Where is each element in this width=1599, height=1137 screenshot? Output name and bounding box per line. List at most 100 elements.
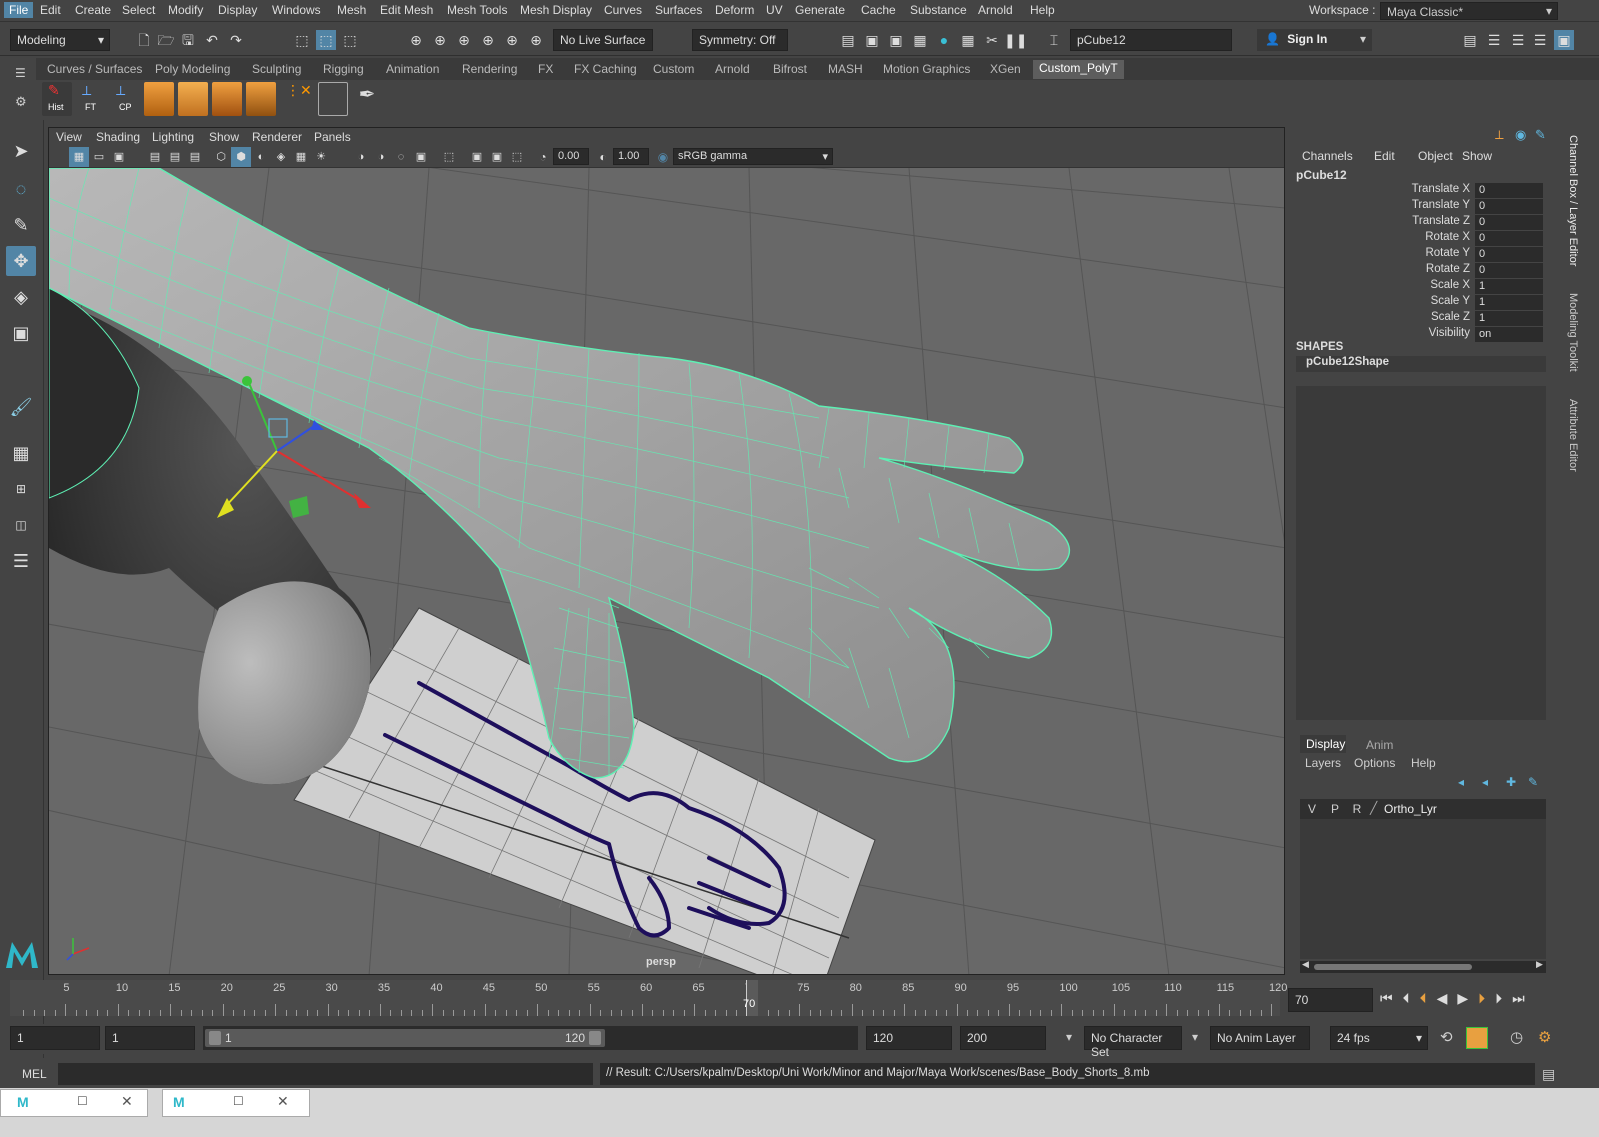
- tab-animation[interactable]: Animation: [386, 62, 439, 76]
- layer-color-icon[interactable]: ╱: [1370, 801, 1377, 815]
- move-layer-down-icon[interactable]: ◂: [1482, 775, 1488, 789]
- vp-menu-view[interactable]: View: [56, 130, 82, 144]
- current-time-marker[interactable]: 70: [743, 980, 758, 1016]
- combine-icon[interactable]: [144, 82, 174, 116]
- lasso-tool-icon[interactable]: ◌: [6, 174, 36, 204]
- layer-visibility-toggle[interactable]: V: [1305, 802, 1319, 816]
- auto-key-icon[interactable]: [1466, 1027, 1488, 1049]
- tab-custom[interactable]: Custom: [653, 62, 694, 76]
- current-frame-field[interactable]: 70: [1288, 988, 1373, 1012]
- name-field-icon[interactable]: ⌶: [1044, 30, 1064, 50]
- checker-icon[interactable]: ▦: [291, 147, 311, 167]
- animation-end-field[interactable]: 200: [960, 1026, 1046, 1050]
- menu-select[interactable]: Select: [122, 3, 155, 17]
- object-name-field[interactable]: pCube12: [1070, 29, 1232, 51]
- cb-menu-edit[interactable]: Edit: [1374, 149, 1395, 163]
- scene-canvas[interactable]: [49, 168, 1285, 975]
- sculpt-tool-icon[interactable]: 🖌: [6, 392, 36, 422]
- menu-curves[interactable]: Curves: [604, 3, 642, 17]
- tool-settings-icon[interactable]: ☰: [1508, 30, 1528, 50]
- ipr-render-icon[interactable]: ▣: [886, 30, 906, 50]
- pause-icon[interactable]: ❚❚: [1004, 30, 1027, 50]
- anim-layer-field[interactable]: No Anim Layer: [1210, 1026, 1310, 1050]
- play-forwards-icon[interactable]: ▶: [1457, 990, 1478, 1006]
- color-management-icon[interactable]: ◉: [653, 147, 673, 167]
- single-perspective-icon[interactable]: ▦: [6, 438, 36, 468]
- shelf-menu-icon[interactable]: ☰: [15, 66, 26, 80]
- chevron-down-icon[interactable]: ▾: [1066, 1030, 1072, 1044]
- shelf-hist-button[interactable]: ✎ Hist: [42, 82, 72, 116]
- tab-xgen[interactable]: XGen: [990, 62, 1021, 76]
- playback-start-field[interactable]: 1: [105, 1026, 195, 1050]
- go-to-end-icon[interactable]: ⏭: [1512, 990, 1535, 1006]
- layer-scrollbar[interactable]: ◀ ▶: [1300, 959, 1546, 973]
- character-set-field[interactable]: No Character Set: [1084, 1026, 1182, 1059]
- new-layer-icon[interactable]: ✚: [1506, 775, 1516, 789]
- layer-editor-icon[interactable]: ▣: [1554, 30, 1574, 50]
- range-slider[interactable]: 1 120: [203, 1026, 858, 1050]
- open-scene-icon[interactable]: 🗁: [156, 30, 176, 50]
- scale-tool-icon[interactable]: ▣: [6, 318, 36, 348]
- gear-icon[interactable]: ⚙: [15, 94, 27, 110]
- lights-icon[interactable]: ☀: [311, 147, 331, 167]
- layer-reference-toggle[interactable]: R: [1350, 802, 1364, 816]
- extract-icon[interactable]: [246, 82, 276, 116]
- tab-rigging[interactable]: Rigging: [323, 62, 364, 76]
- close-icon[interactable]: ✕: [277, 1093, 289, 1110]
- menu-edit-mesh[interactable]: Edit Mesh: [380, 3, 433, 17]
- attr-scale-z-field[interactable]: 1: [1475, 311, 1543, 326]
- taskbar-maya-window-2[interactable]: M ☐ ✕: [162, 1089, 310, 1117]
- scrollbar-thumb[interactable]: [1314, 964, 1472, 970]
- attr-visibility-field[interactable]: on: [1475, 327, 1543, 342]
- select-hierarchy-icon[interactable]: ⬚: [292, 30, 312, 50]
- attr-translate-z-field[interactable]: 0: [1475, 215, 1543, 230]
- command-input[interactable]: [58, 1063, 593, 1085]
- workspace-dropdown[interactable]: Maya Classic* ▾: [1380, 2, 1558, 20]
- attr-scale-y-field[interactable]: 1: [1475, 295, 1543, 310]
- le-menu-help[interactable]: Help: [1411, 756, 1436, 770]
- move-layer-up-icon[interactable]: ◂: [1458, 775, 1464, 789]
- redo-icon[interactable]: ↷: [226, 30, 246, 50]
- menu-generate[interactable]: Generate: [795, 3, 845, 17]
- render-settings-icon[interactable]: ▤: [838, 30, 858, 50]
- poly-cube-icon[interactable]: [178, 82, 208, 116]
- shadows-icon[interactable]: ◑: [351, 147, 371, 167]
- anim-prefs-icon[interactable]: ◷: [1510, 1028, 1523, 1046]
- le-menu-layers[interactable]: Layers: [1305, 756, 1341, 770]
- save-scene-icon[interactable]: 🖫: [178, 30, 198, 50]
- range-slider-grip-right[interactable]: [589, 1031, 601, 1045]
- snap-curve-icon[interactable]: ⊕: [430, 30, 450, 50]
- fps-dropdown[interactable]: 24 fps ▾: [1330, 1026, 1428, 1050]
- range-slider-grip-left[interactable]: [209, 1031, 221, 1045]
- go-to-start-icon[interactable]: ⏮: [1380, 990, 1403, 1006]
- new-layer-selected-icon[interactable]: ✎: [1528, 775, 1538, 789]
- uv-editor-icon[interactable]: [318, 82, 348, 116]
- move-tool-icon[interactable]: ✥: [6, 246, 36, 276]
- attr-rotate-y-field[interactable]: 0: [1475, 247, 1543, 262]
- vp-menu-renderer[interactable]: Renderer: [252, 130, 302, 144]
- wireframe-on-shaded-icon[interactable]: ◐: [251, 147, 271, 167]
- select-object-icon[interactable]: ⬚: [316, 30, 336, 50]
- hypershade-icon[interactable]: ●: [934, 30, 954, 50]
- rotate-tool-icon[interactable]: ◈: [6, 282, 36, 312]
- live-surface-field[interactable]: No Live Surface: [553, 29, 653, 51]
- separate-icon[interactable]: [212, 82, 242, 116]
- side-tab-attribute-editor[interactable]: Attribute Editor: [1567, 399, 1579, 472]
- arnold-render-icon[interactable]: ✂: [982, 30, 1002, 50]
- delete-history-icon[interactable]: ⋮✕: [286, 82, 312, 116]
- layer-name[interactable]: Ortho_Lyr: [1384, 802, 1437, 816]
- select-tool-icon[interactable]: ➤: [6, 136, 36, 166]
- menu-mesh[interactable]: Mesh: [337, 3, 366, 17]
- paint-select-tool-icon[interactable]: ✎: [6, 210, 36, 240]
- loop-icon[interactable]: ⟲: [1440, 1028, 1453, 1046]
- menu-arnold[interactable]: Arnold: [978, 3, 1013, 17]
- textured-icon[interactable]: ◈: [271, 147, 291, 167]
- step-forward-frame-icon[interactable]: ⏵: [1495, 990, 1512, 1006]
- menu-deform[interactable]: Deform: [715, 3, 754, 17]
- symmetry-dropdown[interactable]: Symmetry: Off: [692, 29, 788, 51]
- menu-cache[interactable]: Cache: [861, 3, 896, 17]
- channel-box-edit-icon[interactable]: ✎: [1535, 127, 1546, 143]
- cb-shape-row[interactable]: pCube12Shape: [1296, 356, 1546, 372]
- snap-point-icon[interactable]: ⊕: [454, 30, 474, 50]
- motion-blur-icon[interactable]: ◌: [391, 147, 411, 167]
